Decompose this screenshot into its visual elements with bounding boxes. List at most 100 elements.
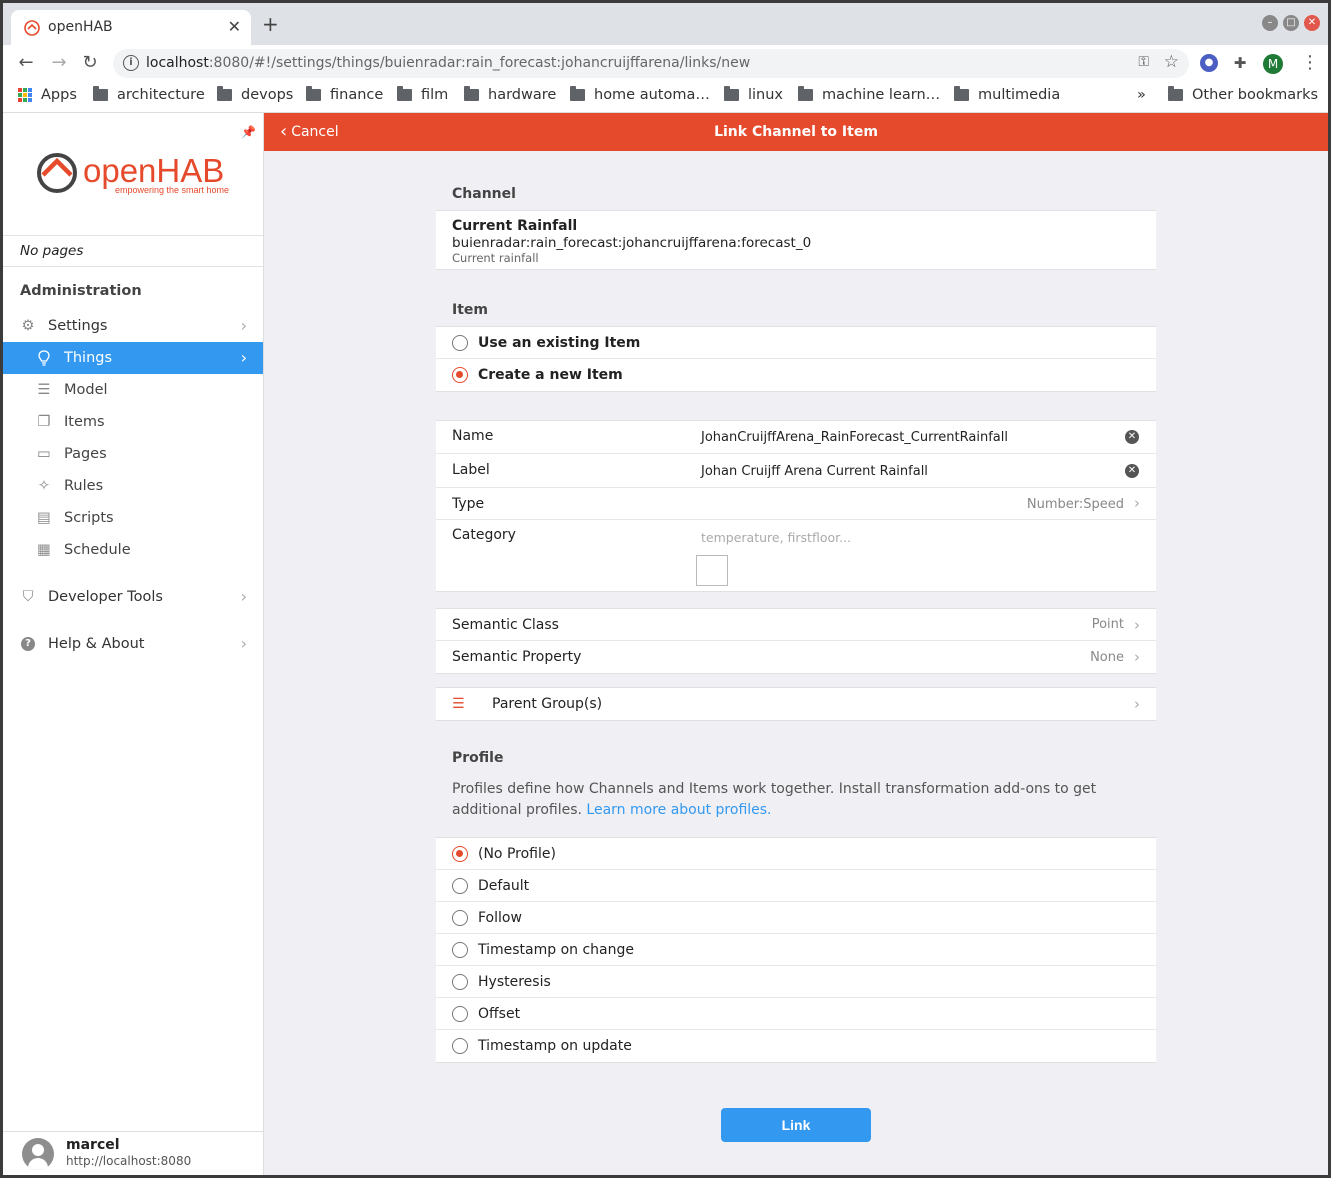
sidebar-item-schedule[interactable]: ▦ Schedule — [3, 534, 263, 566]
radio-profile-none[interactable]: (No Profile) — [436, 838, 1156, 870]
radio-button[interactable] — [452, 941, 468, 958]
sidebar-item-things[interactable]: Things › — [3, 342, 263, 374]
calendar-icon: ▦ — [37, 542, 51, 558]
radio-button-checked[interactable] — [452, 367, 468, 383]
tab-strip: openHAB ✕ + – □ ✕ — [3, 3, 1328, 45]
folder-icon — [798, 86, 813, 101]
pin-icon[interactable]: 📌 — [241, 125, 256, 139]
sidebar-item-help-about[interactable]: ? Help & About › — [3, 628, 263, 660]
user-name: marcel — [66, 1137, 120, 1153]
radio-button[interactable] — [452, 973, 468, 990]
list-icon: ☰ — [37, 382, 51, 398]
bookmark-folder[interactable]: linux — [724, 86, 783, 103]
bookmark-folder[interactable]: machine learn… — [798, 86, 940, 103]
back-icon[interactable]: ← — [15, 52, 37, 74]
window-close-icon[interactable]: ✕ — [1304, 15, 1320, 31]
radio-button[interactable] — [452, 1005, 468, 1022]
sidebar-item-model[interactable]: ☰ Model — [3, 374, 263, 406]
item-label-input[interactable]: Johan Cruijff Arena Current Rainfall — [701, 464, 928, 479]
key-icon[interactable]: ⚿ — [1138, 54, 1149, 70]
sidebar-item-rules[interactable]: ✧ Rules — [3, 470, 263, 502]
site-info-icon[interactable]: i — [123, 55, 139, 71]
reload-icon[interactable]: ↻ — [79, 52, 101, 74]
learn-more-profiles-link[interactable]: Learn more about profiles. — [586, 802, 771, 818]
maximize-icon[interactable]: □ — [1283, 15, 1299, 31]
radio-profile-offset[interactable]: Offset — [436, 998, 1156, 1030]
type-row[interactable]: Type Number:Speed › — [436, 488, 1156, 520]
link-button[interactable]: Link — [721, 1108, 871, 1142]
folder-icon — [1168, 86, 1183, 101]
name-row: Name JohanCruijffArena_RainForecast_Curr… — [436, 421, 1156, 454]
user-panel[interactable]: marcel http://localhost:8080 — [3, 1131, 263, 1175]
clear-icon[interactable]: ✕ — [1125, 464, 1139, 478]
copy-icon: ❐ — [37, 414, 51, 430]
bookmark-folder[interactable]: devops — [217, 86, 293, 103]
radio-profile-default[interactable]: Default — [436, 870, 1156, 902]
radio-button[interactable] — [452, 877, 468, 894]
bookmark-folder[interactable]: architecture — [93, 86, 205, 103]
window-controls: – □ ✕ — [1262, 15, 1320, 31]
radio-profile-timestamp-update[interactable]: Timestamp on update — [436, 1030, 1156, 1062]
profile-heading: Profile — [452, 750, 504, 766]
radio-use-existing-item[interactable]: Use an existing Item — [436, 327, 1156, 359]
url-text[interactable]: localhost:8080/#!/settings/things/buienr… — [146, 55, 750, 71]
sidebar-item-items[interactable]: ❐ Items — [3, 406, 263, 438]
extensions-puzzle-icon[interactable]: ✚ — [1231, 54, 1249, 72]
new-tab-icon[interactable]: + — [262, 14, 279, 34]
browser-menu-icon[interactable]: ⋮ — [1301, 53, 1319, 73]
semantic-class-row[interactable]: Semantic Class Point › — [436, 609, 1156, 641]
tab-close-icon[interactable]: ✕ — [228, 17, 241, 37]
address-bar[interactable]: i localhost:8080/#!/settings/things/buie… — [113, 49, 1189, 78]
sidebar-item-developer-tools[interactable]: ⛉ Developer Tools › — [3, 581, 263, 613]
sidebar-item-scripts[interactable]: ▤ Scripts — [3, 502, 263, 534]
minimize-icon[interactable]: – — [1262, 15, 1278, 31]
clear-icon[interactable]: ✕ — [1125, 430, 1139, 444]
category-icon-preview — [696, 555, 728, 586]
bookmark-folder[interactable]: hardware — [464, 86, 556, 103]
radio-button[interactable] — [452, 909, 468, 926]
chevron-right-icon: › — [240, 587, 247, 606]
radio-profile-timestamp-change[interactable]: Timestamp on change — [436, 934, 1156, 966]
bookmark-folder[interactable]: home automa… — [570, 86, 710, 103]
extension-badge-icon[interactable]: ● — [1200, 54, 1218, 72]
radio-profile-hysteresis[interactable]: Hysteresis — [436, 966, 1156, 998]
doc-icon: ▤ — [37, 510, 51, 526]
bookmark-folder[interactable]: finance — [306, 86, 383, 103]
main-content: ‹ Cancel Link Channel to Item Channel Cu… — [264, 113, 1328, 1175]
page-navbar: ‹ Cancel Link Channel to Item — [264, 113, 1328, 151]
bookmark-star-icon[interactable]: ☆ — [1164, 52, 1179, 72]
sidebar-item-settings[interactable]: ⚙ Settings › — [3, 310, 263, 342]
browser-tab[interactable]: openHAB ✕ — [11, 10, 251, 45]
lightbulb-icon — [36, 350, 52, 366]
shield-icon: ⛉ — [22, 589, 34, 605]
chevron-right-icon: › — [240, 348, 247, 367]
radio-button[interactable] — [452, 334, 468, 351]
parent-groups-row[interactable]: ☰ Parent Group(s) › — [436, 688, 1156, 720]
sidebar-item-pages[interactable]: ▭ Pages — [3, 438, 263, 470]
chevron-right-icon: › — [1134, 648, 1140, 666]
radio-button[interactable] — [452, 1038, 468, 1054]
folder-icon — [570, 86, 585, 101]
sidebar-item-label: Rules — [64, 478, 104, 494]
folder-icon — [724, 86, 739, 101]
item-mode-card: Use an existing Item Create a new Item — [436, 326, 1156, 392]
profile-avatar[interactable]: M — [1263, 54, 1283, 74]
forward-icon[interactable]: → — [48, 52, 70, 74]
radio-button-checked[interactable] — [452, 845, 468, 862]
chevron-right-icon: › — [240, 316, 247, 335]
bookmark-folder[interactable]: film — [397, 86, 448, 103]
category-input[interactable]: temperature, firstfloor... — [701, 530, 851, 545]
radio-profile-follow[interactable]: Follow — [436, 902, 1156, 934]
folder-icon — [464, 86, 479, 101]
tab-title: openHAB — [48, 19, 113, 35]
bookmarks-overflow-icon[interactable]: » — [1137, 87, 1146, 103]
radio-create-new-item[interactable]: Create a new Item — [436, 359, 1156, 391]
bookmark-folder[interactable]: multimedia — [954, 86, 1060, 103]
sidebar-item-label: Settings — [48, 318, 108, 334]
bookmark-apps[interactable]: Apps — [18, 87, 77, 103]
semantic-property-row[interactable]: Semantic Property None › — [436, 641, 1156, 673]
sidebar-item-label: Things — [64, 350, 113, 366]
other-bookmarks[interactable]: Other bookmarks — [1168, 86, 1318, 103]
browser-toolbar: ← → ↻ i localhost:8080/#!/settings/thing… — [3, 45, 1328, 81]
item-name-input[interactable]: JohanCruijffArena_RainForecast_CurrentRa… — [701, 430, 1008, 445]
